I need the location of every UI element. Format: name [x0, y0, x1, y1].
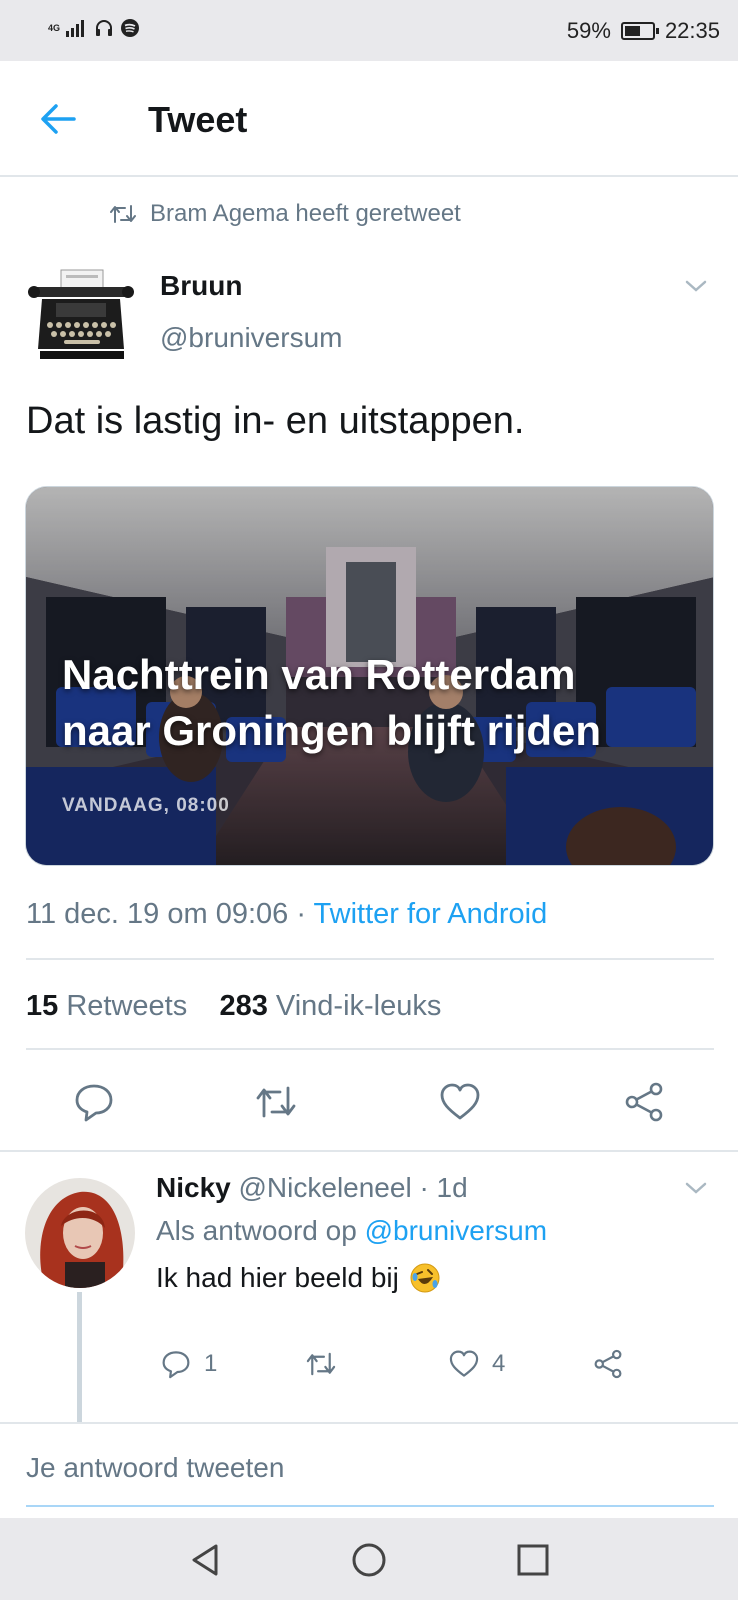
- tweet-media[interactable]: Nachttrein van Rotterdam naar Groningen …: [25, 486, 714, 866]
- share-icon: [594, 1349, 622, 1379]
- system-nav-bar: [0, 1518, 738, 1600]
- author-name[interactable]: Bruun: [160, 270, 242, 302]
- media-headline-line2: naar Groningen blijft rijden: [62, 707, 602, 754]
- clock: 22:35: [664, 18, 720, 43]
- author-avatar[interactable]: [26, 265, 136, 365]
- retweets-count: 15: [26, 990, 59, 1022]
- reply-text-content: Ik had hier beeld bij: [156, 1262, 399, 1293]
- reply-retweet-button[interactable]: [304, 1348, 338, 1380]
- battery-icon: [620, 22, 659, 40]
- tweet-actions: [0, 1080, 738, 1124]
- headset-icon: [96, 20, 113, 36]
- reply-to-prefix: Als antwoord op: [156, 1215, 357, 1246]
- reply-to-line: Als antwoord op @bruniversum: [156, 1215, 547, 1247]
- chevron-down-icon[interactable]: [684, 1180, 708, 1196]
- app-header: Tweet: [0, 61, 738, 177]
- signal-icon: [66, 20, 85, 37]
- spotify-icon: [121, 19, 140, 37]
- nav-back-icon[interactable]: [186, 1540, 226, 1580]
- media-timestamp: VANDAAG, 08:00: [62, 795, 230, 816]
- nav-home-icon[interactable]: [349, 1540, 389, 1580]
- media-headline-line1: Nachttrein van Rotterdam: [62, 651, 576, 698]
- reply-like-count: 4: [492, 1350, 506, 1377]
- author-handle[interactable]: @bruniversum: [160, 322, 342, 354]
- reply-reply-button[interactable]: 1: [160, 1348, 217, 1380]
- reply-compose-input[interactable]: Je antwoord tweeten: [26, 1452, 284, 1484]
- meta-separator: ·: [288, 898, 314, 930]
- reply-actions: 1 4: [0, 1348, 738, 1388]
- tweet-meta: 11 dec. 19 om 09:06 · Twitter for Androi…: [26, 898, 547, 931]
- likes-label: Vind-ik-leuks: [275, 990, 442, 1022]
- like-heart-icon[interactable]: [438, 1080, 482, 1124]
- reply-avatar[interactable]: [25, 1178, 135, 1288]
- tweet-stats: 15 Retweets 283 Vind-ik-leuks: [26, 990, 441, 1023]
- reply-header: Nicky @Nickeleneel · 1d: [156, 1172, 468, 1204]
- retweet-icon: [110, 205, 136, 223]
- status-bar: 4G 59% 22:35: [0, 0, 738, 61]
- rolling-laughing-emoji-icon: [410, 1263, 440, 1293]
- status-left: 4G: [48, 18, 140, 38]
- retweets-label: Retweets: [66, 990, 188, 1022]
- status-right: 59% 22:35: [567, 18, 720, 44]
- reply-share-button[interactable]: [592, 1348, 624, 1380]
- tweet-text: Dat is lastig in- en uitstappen.: [26, 400, 525, 442]
- nav-recents-icon[interactable]: [513, 1540, 553, 1580]
- divider: [0, 1422, 738, 1424]
- network-type: 4G: [48, 22, 61, 33]
- battery-fill: [624, 26, 641, 36]
- reply-author-name[interactable]: Nicky: [156, 1172, 231, 1203]
- back-arrow-icon[interactable]: [38, 99, 78, 139]
- tweet-source[interactable]: Twitter for Android: [314, 898, 548, 930]
- retweet-banner[interactable]: Bram Agema heeft geretweet: [110, 200, 461, 228]
- battery-percent: 59%: [566, 18, 611, 43]
- page-title: Tweet: [148, 99, 248, 140]
- compose-underline: [26, 1505, 714, 1507]
- retweet-icon[interactable]: [254, 1080, 298, 1124]
- reply-author-handle[interactable]: @Nickeleneel: [239, 1172, 412, 1203]
- reply-to-handle[interactable]: @bruniversum: [365, 1215, 547, 1246]
- reply-icon[interactable]: [72, 1080, 116, 1124]
- tweet-date: 11 dec. 19 om 09:06: [26, 898, 289, 930]
- reply-like-button[interactable]: 4: [448, 1348, 505, 1380]
- media-headline: Nachttrein van Rotterdam naar Groningen …: [62, 647, 601, 759]
- reply-icon: [162, 1351, 190, 1379]
- like-heart-icon: [449, 1350, 479, 1377]
- share-icon[interactable]: [622, 1080, 666, 1124]
- retweet-icon: [306, 1352, 336, 1376]
- reply-reply-count: 1: [204, 1350, 218, 1377]
- divider: [26, 1048, 714, 1050]
- likes-count: 283: [219, 990, 268, 1022]
- reply-text: Ik had hier beeld bij: [156, 1262, 441, 1294]
- divider: [26, 958, 714, 960]
- reply-age: · 1d: [419, 1172, 468, 1203]
- likes-stat[interactable]: 283 Vind-ik-leuks: [219, 990, 441, 1022]
- divider: [0, 1150, 738, 1152]
- retweet-banner-text: Bram Agema heeft geretweet: [150, 200, 461, 227]
- chevron-down-icon[interactable]: [684, 278, 708, 294]
- retweets-stat[interactable]: 15 Retweets: [26, 990, 187, 1022]
